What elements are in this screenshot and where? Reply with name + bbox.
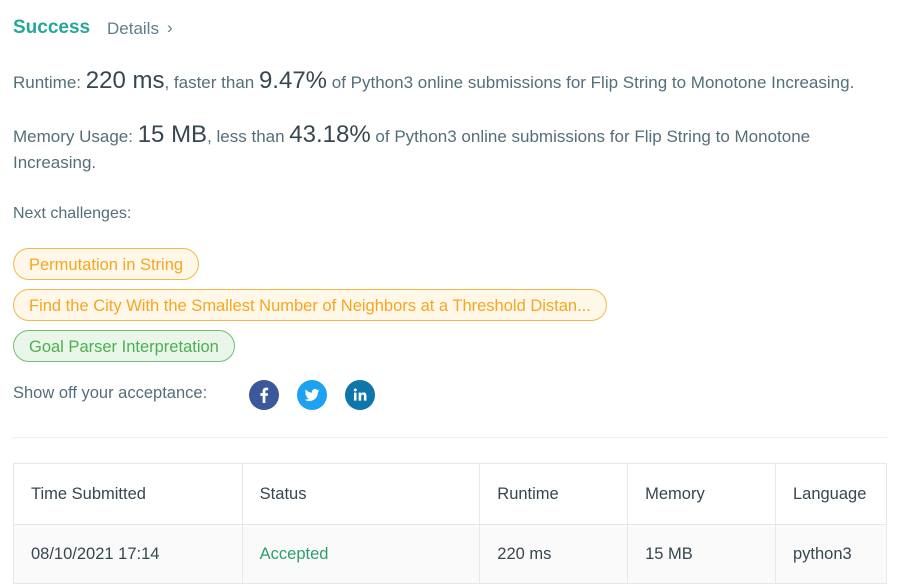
cell-memory: 15 MB: [627, 524, 776, 584]
cell-status-accepted[interactable]: Accepted: [241, 524, 481, 584]
facebook-icon[interactable]: [249, 380, 279, 410]
divider: [13, 437, 887, 438]
memory-value: 15 MB: [137, 121, 208, 148]
memory-label: Memory Usage:: [13, 127, 138, 146]
memory-mid-text: , less than: [207, 127, 290, 146]
share-label: Show off your acceptance:: [13, 384, 208, 402]
memory-percent: 43.18%: [289, 121, 371, 148]
result-status-title: Success: [13, 17, 91, 38]
challenge-pill-goal-parser[interactable]: Goal Parser Interpretation: [13, 330, 235, 362]
table-row: 08/10/2021 17:14 Accepted 220 ms 15 MB p…: [13, 524, 888, 584]
cell-runtime: 220 ms: [479, 524, 629, 584]
linkedin-icon[interactable]: [345, 380, 375, 410]
runtime-summary: Runtime: 220 ms, faster than 9.47% of Py…: [13, 68, 893, 96]
column-header-runtime: Runtime: [479, 463, 629, 525]
column-header-time-submitted: Time Submitted: [13, 463, 243, 525]
column-header-status: Status: [241, 463, 481, 525]
details-label: Details: [107, 19, 159, 38]
challenge-pill-find-the-city[interactable]: Find the City With the Smallest Number o…: [13, 289, 607, 321]
details-link[interactable]: Details ›: [107, 18, 173, 39]
runtime-value: 220 ms: [85, 67, 165, 94]
runtime-percent: 9.47%: [258, 67, 328, 94]
column-header-language: Language: [774, 463, 888, 525]
challenge-pill-permutation-in-string[interactable]: Permutation in String: [13, 248, 200, 280]
next-challenges-label: Next challenges:: [13, 205, 132, 222]
runtime-suffix: of Python3 online submissions for Flip S…: [327, 73, 855, 92]
column-header-memory: Memory: [627, 463, 776, 525]
cell-language: python3: [774, 524, 888, 584]
submissions-table: Time Submitted Status Runtime Memory Lan…: [13, 463, 888, 584]
table-header-row: Time Submitted Status Runtime Memory Lan…: [13, 463, 888, 525]
chevron-right-icon: ›: [166, 18, 173, 37]
memory-summary: Memory Usage: 15 MB, less than 43.18% of…: [13, 122, 873, 176]
cell-time-submitted: 08/10/2021 17:14: [13, 524, 243, 584]
runtime-label: Runtime:: [13, 73, 86, 92]
runtime-mid-text: , faster than: [164, 73, 259, 92]
twitter-icon[interactable]: [297, 380, 327, 410]
